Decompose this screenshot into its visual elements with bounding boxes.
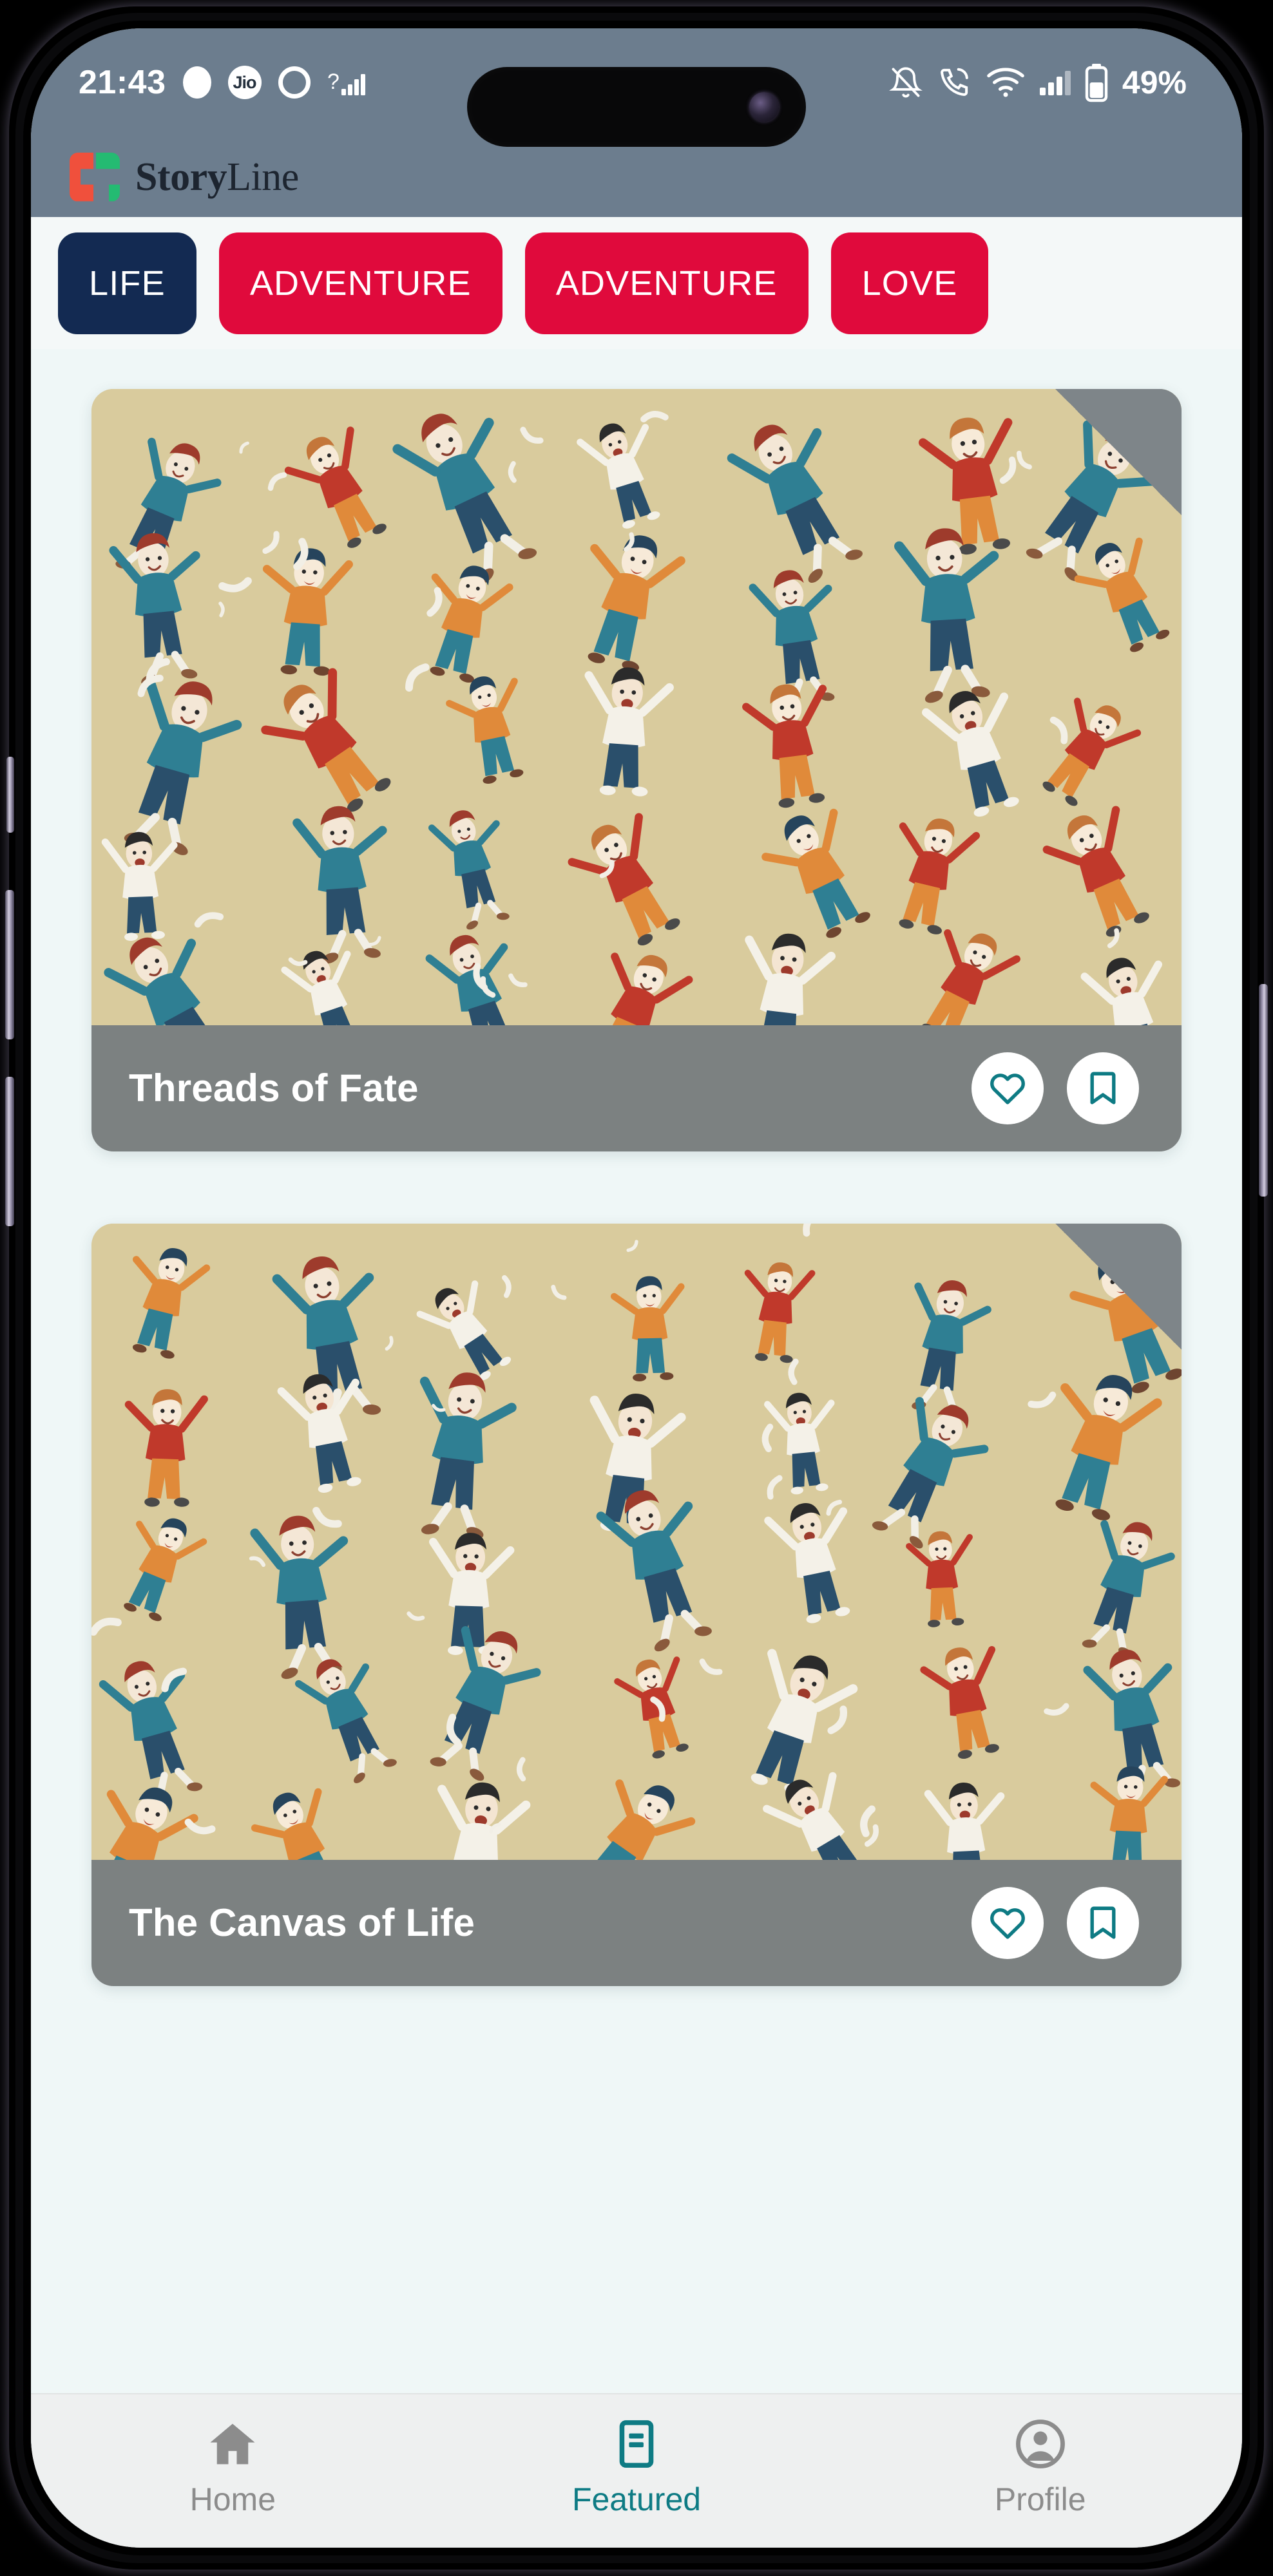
white-dot-icon (182, 66, 211, 99)
phone-mockup: 21:43 Jio ? 49% StoryLine LIFE ADVENTURE… (0, 0, 1273, 2576)
story-actions (972, 1887, 1139, 1959)
status-bar-left: 21:43 Jio ? (79, 66, 367, 99)
phone-screen: 21:43 Jio ? 49% StoryLine LIFE ADVENTURE… (31, 28, 1242, 2548)
story-card[interactable]: The Canvas of Life (91, 1224, 1182, 1986)
story-actions (972, 1052, 1139, 1124)
silent-bell-icon (888, 64, 923, 100)
wifi-icon (986, 67, 1026, 98)
story-cover-image (91, 389, 1182, 1025)
app-title-light: Line (227, 155, 299, 199)
status-bar: 21:43 Jio ? 49% (31, 28, 1242, 147)
story-card-footer: Threads of Fate (91, 1025, 1182, 1151)
heart-icon[interactable] (972, 1887, 1044, 1959)
battery-percent-label: 49% (1122, 64, 1187, 100)
bookmark-icon[interactable] (1067, 1887, 1139, 1959)
front-camera-icon (749, 92, 779, 122)
volume-up-button[interactable] (5, 890, 14, 1039)
page-fold-corner-icon (1055, 389, 1182, 515)
bottom-navigation-bar[interactable]: Home Featured Profile (31, 2393, 1242, 2548)
app-title-bold: Story (135, 155, 227, 199)
status-bar-right: 49% (888, 62, 1187, 102)
battery-icon (1085, 62, 1108, 102)
story-card[interactable]: Threads of Fate (91, 389, 1182, 1151)
nav-item-featured[interactable]: Featured (435, 2416, 839, 2515)
app-header: StoryLine (31, 137, 1242, 217)
heart-icon[interactable] (972, 1052, 1044, 1124)
nav-item-profile[interactable]: Profile (838, 2416, 1242, 2515)
person-circle-icon (1014, 2416, 1067, 2472)
article-icon (610, 2416, 663, 2472)
page-fold-corner-icon (1055, 1224, 1182, 1350)
nav-label-home: Home (189, 2481, 276, 2517)
nav-item-home[interactable]: Home (31, 2416, 435, 2515)
category-tab-adventure-2[interactable]: ADVENTURE (524, 232, 809, 334)
status-clock: 21:43 (79, 64, 166, 101)
silent-switch[interactable] (6, 757, 14, 833)
power-button[interactable] (1259, 984, 1268, 1197)
category-tab-love-3[interactable]: LOVE (830, 232, 989, 334)
storyline-logo-icon (70, 152, 120, 202)
story-title: The Canvas of Life (129, 1901, 475, 1944)
nav-label-profile: Profile (994, 2481, 1086, 2517)
category-tab-life-0[interactable]: LIFE (58, 232, 196, 334)
app-title: StoryLine (135, 157, 299, 197)
volume-down-button[interactable] (5, 1077, 14, 1226)
story-title: Threads of Fate (129, 1066, 419, 1110)
svg-text:?: ? (327, 70, 340, 94)
category-tab-adventure-1[interactable]: ADVENTURE (218, 232, 503, 334)
signal-bars-icon (1039, 70, 1071, 95)
sim-question-icon: ? (327, 68, 367, 97)
bookmark-icon[interactable] (1067, 1052, 1139, 1124)
story-card-footer: The Canvas of Life (91, 1860, 1182, 1986)
story-list: Threads of Fate The Canvas of Life (31, 349, 1242, 1986)
dynamic-island (467, 67, 806, 147)
nav-label-featured: Featured (571, 2481, 702, 2517)
missed-call-icon (937, 65, 972, 100)
home-icon (206, 2416, 259, 2472)
story-cover-image (91, 1224, 1182, 1860)
category-tab-strip[interactable]: LIFE ADVENTURE ADVENTURE LOVE (31, 217, 1242, 349)
jio-carrier-icon: Jio (227, 66, 262, 99)
ring-icon (278, 66, 311, 99)
